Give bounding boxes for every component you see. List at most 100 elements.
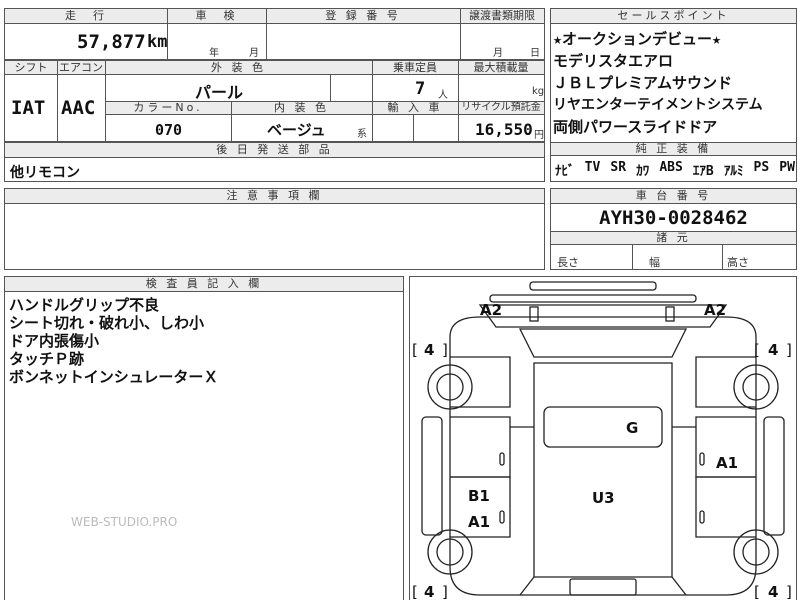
roof-outline bbox=[533, 362, 673, 578]
selling-point-item: リヤエンターテイメントシステム bbox=[553, 97, 763, 113]
registration-label: 登 録 番 号 bbox=[325, 9, 401, 22]
inspector-note: ボンネットインシュレーターＸ bbox=[9, 368, 219, 386]
inspector-notes-list: ハンドルグリップ不良 シート切れ・破れ小、しわ小 ドア内張傷小 タッチＰ跡 ボン… bbox=[9, 296, 218, 386]
mark-roof: G bbox=[626, 419, 638, 437]
chassis-panel: 車 台 番 号 AYH30-0028462 諸 元 長さ 幅 高さ bbox=[550, 188, 797, 270]
mark-left-door-upper: B1 bbox=[468, 487, 490, 505]
equipment-sunroof: SR bbox=[610, 160, 627, 175]
aircon-value: AAC bbox=[61, 97, 96, 119]
dimensions-label: 諸 元 bbox=[656, 231, 691, 244]
door-handle bbox=[699, 452, 705, 466]
transfer-deadline-label: 譲渡書類期限 bbox=[469, 9, 535, 22]
left-side-step bbox=[421, 416, 443, 536]
caution-header: 注 意 事 項 欄 bbox=[5, 189, 544, 204]
tire-rear-right: 4 bbox=[768, 583, 778, 600]
equipment-leather: ｶﾜ bbox=[636, 164, 650, 179]
mileage-unit: km bbox=[147, 32, 168, 52]
tire-bracket-close: ] bbox=[786, 583, 792, 600]
mark-right-door: A1 bbox=[716, 454, 738, 472]
tire-bracket-close: ] bbox=[442, 583, 448, 600]
front-grille-slot bbox=[529, 306, 539, 322]
tire-bracket-open: [ bbox=[412, 341, 418, 359]
vehicle-info-panel: 走 行 車 検 登 録 番 号 譲渡書類期限 57,877 km 年 月 月 日 bbox=[4, 8, 545, 60]
inspection-year-unit: 年 bbox=[209, 48, 219, 59]
later-parts-value: 他リモコン bbox=[10, 165, 80, 181]
recycle-unit: 円 bbox=[534, 130, 544, 141]
rear-gate-outline bbox=[519, 576, 687, 596]
color-no-label: カラーNo. bbox=[133, 101, 203, 114]
inspector-notes-panel: 検 査 員 記 入 欄 ハンドルグリップ不良 シート切れ・破れ小、しわ小 ドア内… bbox=[4, 276, 404, 600]
mileage-value: 57,877 bbox=[77, 31, 146, 53]
car-damage-diagram: A2 A2 G A1 B1 A1 U3 [ 4 ] [ 4 ] [ 4 ] [ … bbox=[409, 276, 797, 600]
hood-outline bbox=[478, 304, 728, 328]
tire-bracket-close: ] bbox=[442, 341, 448, 359]
inspector-note: タッチＰ跡 bbox=[9, 350, 85, 368]
equipment-tv: TV bbox=[584, 160, 601, 175]
tire-front-right: 4 bbox=[768, 341, 778, 359]
right-rear-door-outline bbox=[695, 476, 756, 538]
selling-point-item: ★オークションデビュー★ bbox=[553, 30, 722, 48]
door-handle bbox=[499, 452, 505, 466]
inspector-note: ハンドルグリップ不良 bbox=[9, 296, 160, 314]
genuine-equipment-list: ﾅﾋﾞ TV SR ｶﾜ ABS ｴｱB ｱﾙﾐ PS PW bbox=[555, 160, 795, 179]
tire-rear-left: 4 bbox=[424, 583, 434, 600]
front-bumper-outline bbox=[489, 294, 697, 303]
equipment-airbag: ｴｱB bbox=[692, 164, 714, 179]
left-front-door-outline bbox=[450, 416, 511, 478]
tire-front-left: 4 bbox=[424, 341, 434, 359]
transfer-day-unit: 日 bbox=[530, 48, 540, 59]
rear-plate-outline bbox=[569, 578, 637, 596]
chassis-header: 車 台 番 号 bbox=[551, 189, 796, 204]
capacity-value: 7 bbox=[415, 79, 426, 99]
capacity-label: 乗車定員 bbox=[393, 61, 437, 74]
divider bbox=[632, 245, 633, 269]
selling-point-item: モデリスタエアロ bbox=[553, 52, 674, 70]
inspector-note: ドア内張傷小 bbox=[9, 332, 100, 350]
height-label: 高さ bbox=[727, 256, 749, 269]
mark-left-door-lower: A1 bbox=[468, 513, 490, 531]
roof-panel-outline bbox=[543, 406, 663, 448]
car-diagram-svg: A2 A2 G A1 B1 A1 U3 [ 4 ] [ 4 ] [ 4 ] [ … bbox=[412, 281, 792, 600]
transfer-month-unit: 月 bbox=[493, 48, 503, 59]
door-handle bbox=[699, 510, 705, 524]
tire-bracket-open: [ bbox=[754, 583, 760, 600]
selling-points-header: セールスポイント bbox=[551, 9, 796, 24]
tire-bracket-open: [ bbox=[412, 583, 418, 600]
selling-point-item: 両側パワースライドドア bbox=[553, 118, 718, 136]
selling-point-item: ＪＢＬプレミアムサウンド bbox=[553, 74, 732, 92]
chassis-number: AYH30-0028462 bbox=[599, 207, 748, 229]
tire-bracket-close: ] bbox=[786, 341, 792, 359]
shift-value: IAT bbox=[11, 97, 46, 119]
later-parts-header: 後 日 発 送 部 品 bbox=[5, 143, 544, 158]
shift-label: シフト bbox=[14, 61, 48, 74]
selling-points-list: ★オークションデビュー★ モデリスタエアロ ＪＢＬプレミアムサウンド リヤエンタ… bbox=[553, 28, 796, 138]
mark-floor: U3 bbox=[592, 489, 615, 507]
equipment-abs: ABS bbox=[659, 160, 683, 175]
capacity-unit: 人 bbox=[438, 90, 448, 101]
interior-color-label: 内 装 色 bbox=[274, 101, 329, 114]
divider bbox=[413, 115, 414, 141]
length-label: 長さ bbox=[557, 256, 579, 269]
import-label: 輸 入 車 bbox=[387, 101, 443, 114]
inspector-note: シート切れ・破れ小、しわ小 bbox=[9, 314, 205, 332]
equipment-nav: ﾅﾋﾞ bbox=[555, 164, 575, 179]
specs-panel: シフト エアコン 外 装 色 乗車定員 最大積載量 IAT AAC パール 7 … bbox=[4, 60, 545, 142]
windshield-outline bbox=[518, 328, 688, 358]
door-handle bbox=[499, 510, 505, 524]
max-load-unit: kg bbox=[532, 86, 545, 97]
front-emblem-outline bbox=[529, 281, 657, 291]
inspector-notes-header: 検 査 員 記 入 欄 bbox=[5, 277, 403, 292]
width-label: 幅 bbox=[649, 256, 660, 269]
inspection-month-unit: 月 bbox=[249, 48, 259, 59]
body-outline bbox=[449, 316, 757, 596]
recycle-label: リサイクル預託金 bbox=[461, 102, 541, 113]
inspection-label: 車 検 bbox=[195, 9, 238, 22]
interior-color-suffix: 系 bbox=[357, 129, 367, 140]
exterior-color-value: パール bbox=[195, 83, 244, 102]
tire-bracket-open: [ bbox=[754, 341, 760, 359]
interior-color-value: ベージュ bbox=[267, 121, 326, 139]
divider bbox=[330, 75, 331, 101]
divider bbox=[722, 245, 723, 269]
right-side-step bbox=[763, 416, 785, 536]
genuine-equipment-label: 純 正 装 備 bbox=[635, 142, 712, 155]
